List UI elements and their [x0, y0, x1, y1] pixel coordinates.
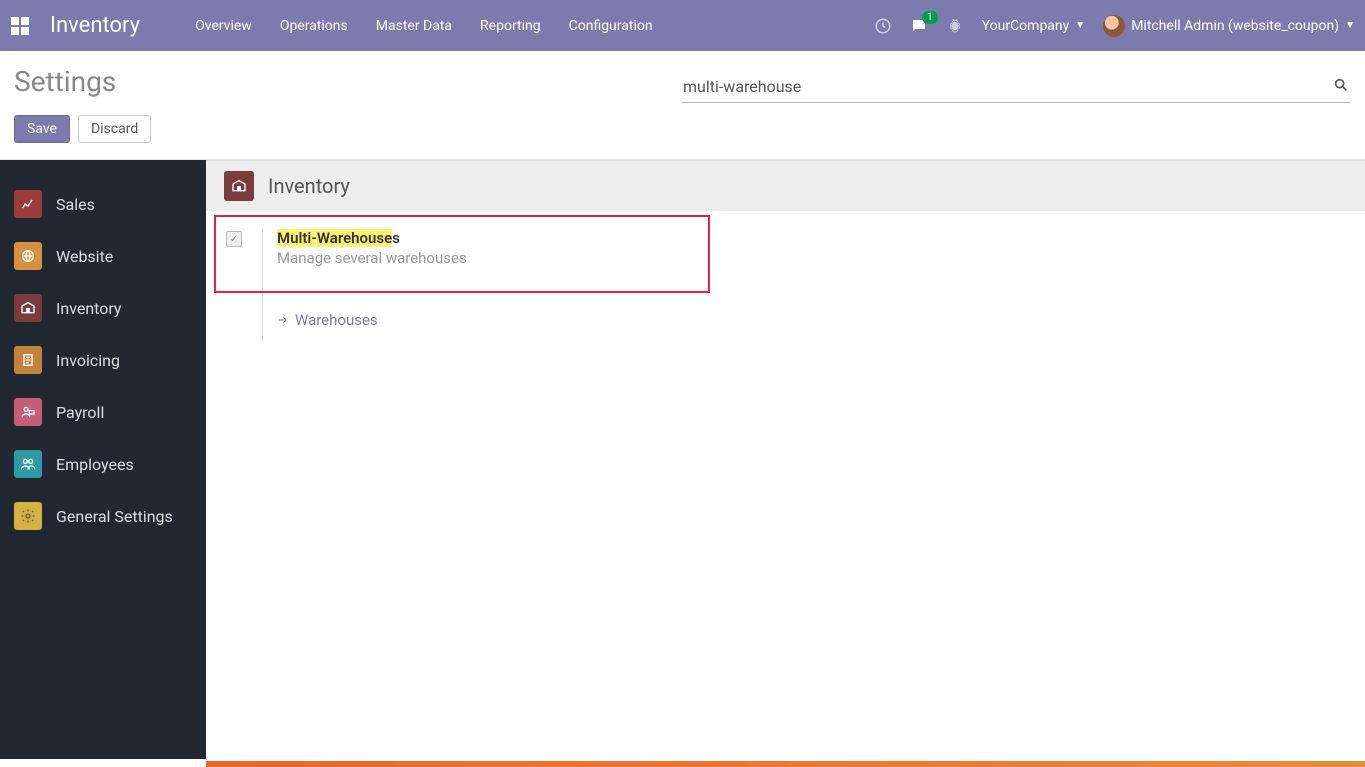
discard-button[interactable]: Discard	[78, 115, 151, 143]
top-navbar: Inventory Overview Operations Master Dat…	[0, 0, 1365, 51]
sidebar-item-payroll[interactable]: Payroll	[0, 386, 206, 438]
company-name: YourCompany	[982, 18, 1070, 34]
sidebar-item-label: Invoicing	[56, 351, 120, 370]
page-title: Settings	[14, 65, 116, 98]
settings-search	[681, 71, 1351, 103]
menu-overview[interactable]: Overview	[195, 18, 252, 34]
section-title: Inventory	[268, 174, 350, 198]
setting-title-rest: s	[392, 229, 400, 247]
caret-down-icon: ▼	[1075, 20, 1085, 31]
sidebar-item-label: Sales	[56, 195, 95, 214]
sidebar-item-invoicing[interactable]: Invoicing	[0, 334, 206, 386]
settings-sidebar: Sales Website Inventory Invoicing Payrol…	[0, 160, 206, 759]
menu-reporting[interactable]: Reporting	[480, 18, 541, 34]
caret-down-icon: ▼	[1345, 20, 1355, 31]
sidebar-item-label: Inventory	[56, 299, 122, 318]
settings-main: Inventory ✓ Multi-Warehouses Manage seve…	[206, 160, 1365, 759]
employees-icon	[14, 450, 42, 478]
warehouses-link[interactable]: Warehouses	[277, 311, 378, 329]
menu-configuration[interactable]: Configuration	[569, 18, 653, 34]
inventory-icon	[14, 294, 42, 322]
inventory-icon	[224, 171, 254, 201]
menu-operations[interactable]: Operations	[280, 18, 348, 34]
messages-badge: 1	[922, 11, 938, 24]
user-name: Mitchell Admin (website_coupon)	[1131, 18, 1339, 34]
save-button[interactable]: Save	[14, 115, 70, 143]
user-menu[interactable]: Mitchell Admin (website_coupon) ▼	[1103, 15, 1355, 37]
menu-master-data[interactable]: Master Data	[376, 18, 452, 34]
page-header: Settings	[0, 51, 1365, 103]
action-bar: Save Discard	[0, 103, 1365, 160]
globe-icon	[14, 242, 42, 270]
section-header-inventory: Inventory	[206, 160, 1365, 211]
multi-warehouses-checkbox[interactable]: ✓	[226, 231, 242, 247]
bottom-accent-bar	[206, 761, 1365, 767]
sidebar-item-sales[interactable]: Sales	[0, 178, 206, 230]
setting-description: Manage several warehouses	[277, 249, 467, 267]
setting-title: Multi-Warehouses	[277, 229, 467, 247]
company-switcher[interactable]: YourCompany ▼	[982, 18, 1086, 34]
sidebar-item-label: Employees	[56, 455, 134, 474]
sidebar-item-general-settings[interactable]: General Settings	[0, 490, 206, 542]
warehouses-link-label: Warehouses	[295, 311, 378, 329]
arrow-right-icon	[277, 314, 289, 326]
sidebar-item-label: Website	[56, 247, 113, 266]
setting-title-highlight: Multi-Warehouse	[277, 229, 392, 247]
sidebar-item-employees[interactable]: Employees	[0, 438, 206, 490]
invoicing-icon	[14, 346, 42, 374]
sales-icon	[14, 190, 42, 218]
sidebar-item-inventory[interactable]: Inventory	[0, 282, 206, 334]
messages-icon[interactable]: 1	[910, 17, 928, 35]
app-brand[interactable]: Inventory	[50, 13, 140, 38]
gear-icon	[14, 502, 42, 530]
avatar	[1103, 15, 1125, 37]
search-input[interactable]	[681, 71, 1351, 103]
setting-multi-warehouses: ✓ Multi-Warehouses Manage several wareho…	[206, 211, 1365, 352]
search-icon[interactable]	[1333, 77, 1349, 93]
sidebar-item-label: Payroll	[56, 403, 104, 422]
sidebar-item-label: General Settings	[56, 507, 173, 526]
apps-icon[interactable]	[10, 16, 30, 36]
debug-icon[interactable]	[946, 17, 964, 35]
sidebar-item-website[interactable]: Website	[0, 230, 206, 282]
payroll-icon	[14, 398, 42, 426]
top-menu: Overview Operations Master Data Reportin…	[195, 18, 653, 34]
activity-icon[interactable]	[874, 17, 892, 35]
